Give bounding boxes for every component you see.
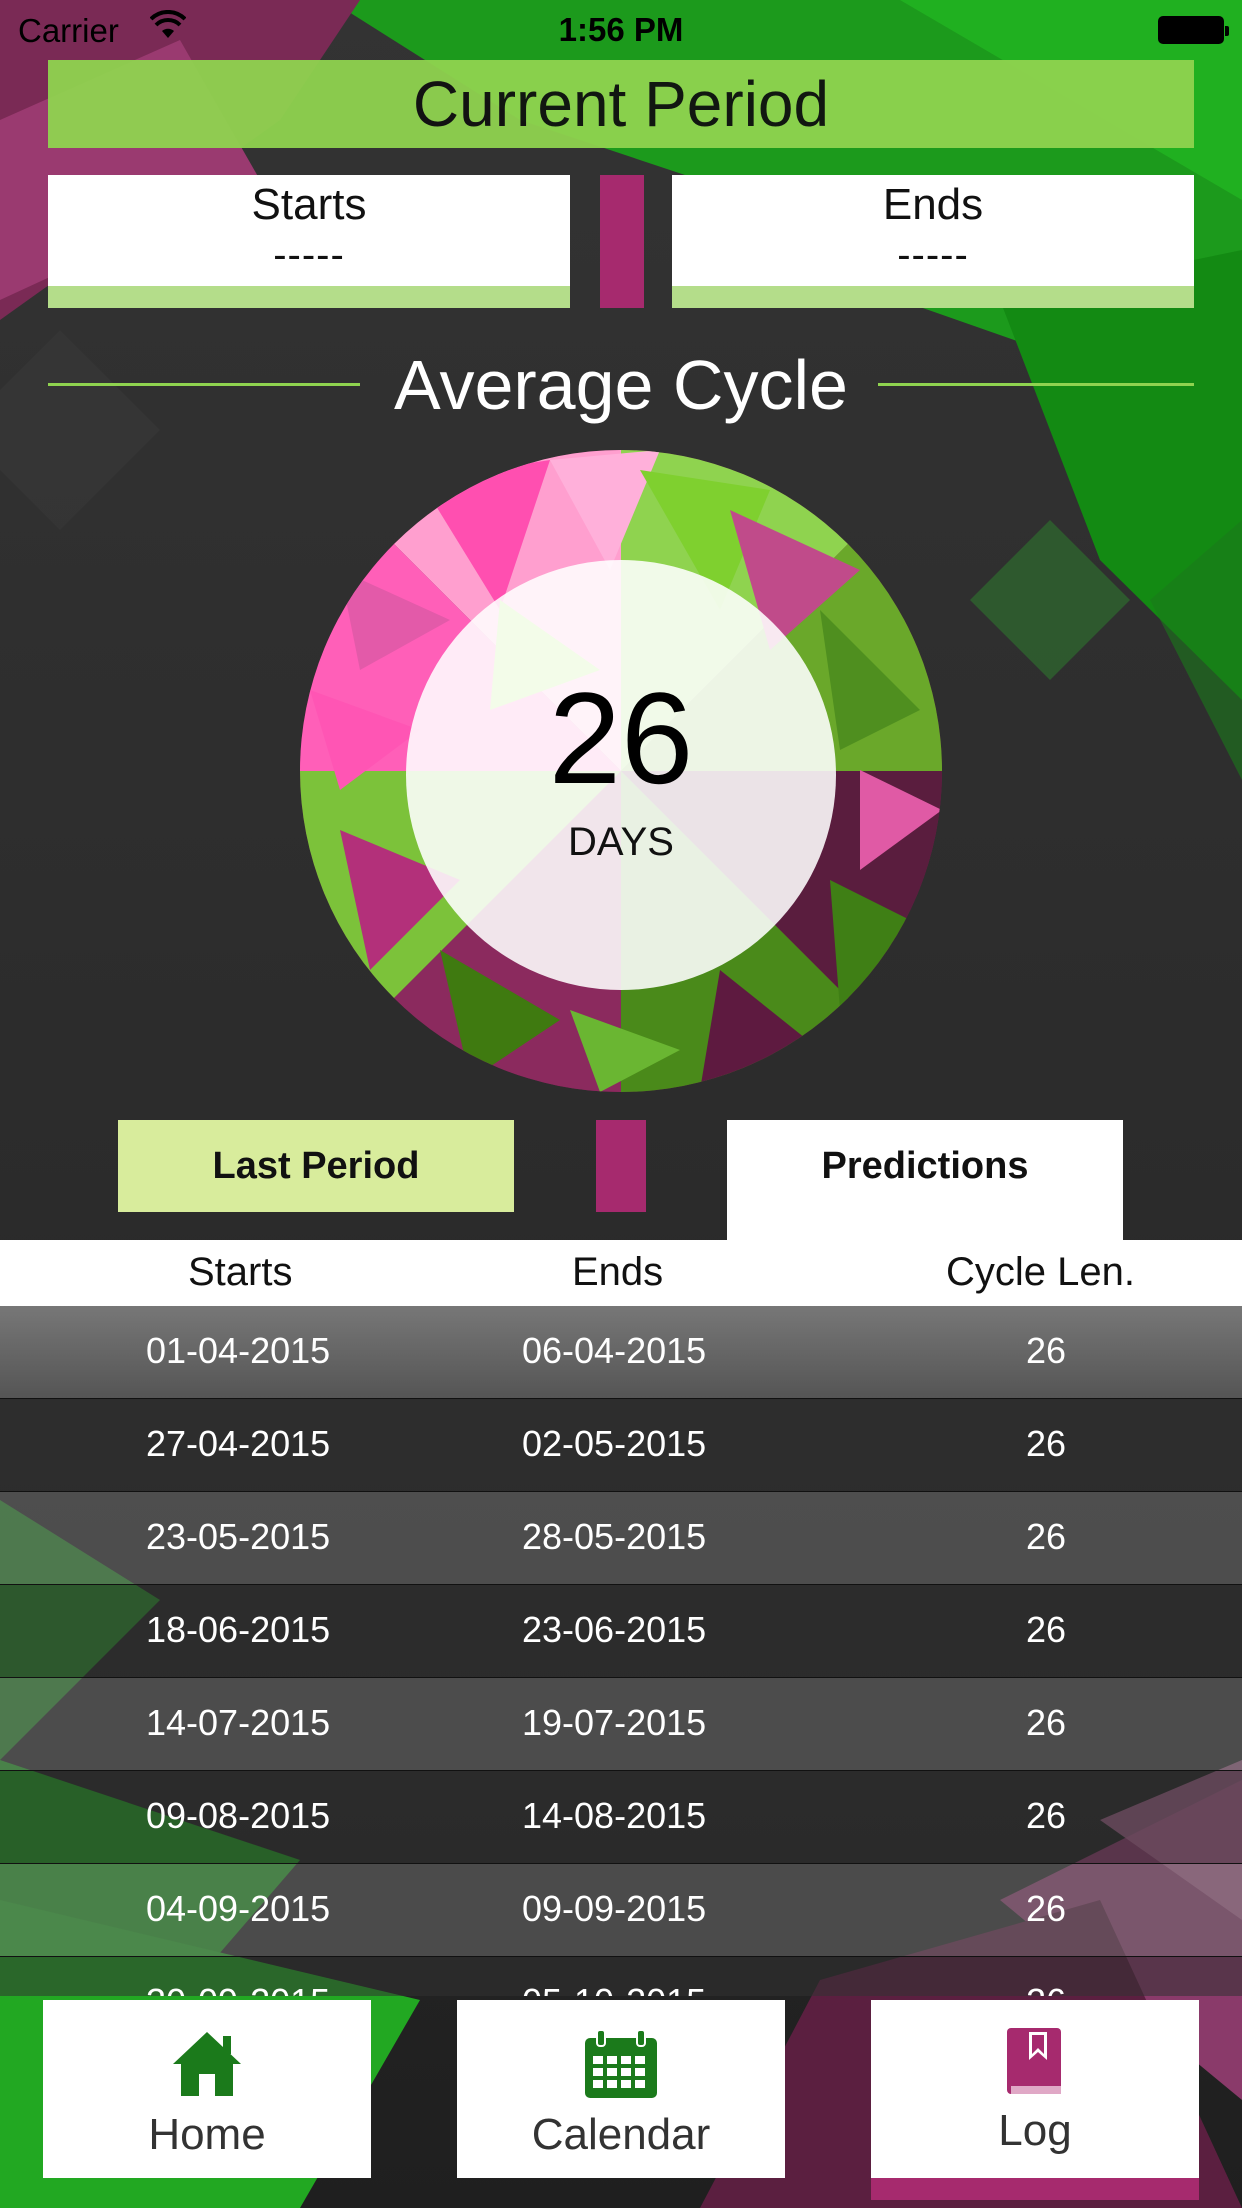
row-end: 02-05-2015: [522, 1423, 707, 1464]
row-start: 04-09-2015: [146, 1888, 331, 1929]
row-start: 30-09-2015: [146, 1981, 330, 1996]
row-end: 09-09-2015: [522, 1888, 707, 1929]
header-cycle-len: Cycle Len.: [946, 1250, 1135, 1294]
current-ends-box[interactable]: Ends -----: [672, 175, 1194, 308]
current-starts-box[interactable]: Starts -----: [48, 175, 570, 308]
tab-divider: [596, 1120, 646, 1212]
starts-label: Starts: [251, 180, 367, 229]
row-start: 01-04-2015: [146, 1330, 331, 1371]
clock: 1:56 PM: [558, 11, 684, 48]
row-start: 09-08-2015: [146, 1795, 331, 1836]
starts-underline: [48, 286, 570, 308]
row-cycle: 26: [1026, 1981, 1066, 1996]
row-start: 27-04-2015: [146, 1423, 331, 1464]
table-row[interactable]: 14-07-2015 19-07-2015 26: [0, 1678, 1242, 1771]
row-end: 23-06-2015: [522, 1609, 707, 1650]
header-starts: Starts: [188, 1250, 293, 1294]
table-row[interactable]: 30-09-2015 05-10-2015 26: [0, 1957, 1242, 1996]
row-end: 19-07-2015: [522, 1702, 707, 1743]
row-start: 18-06-2015: [146, 1609, 331, 1650]
table-header: Starts Ends Cycle Len.: [0, 1240, 1242, 1306]
nav-log-button[interactable]: Log: [871, 2000, 1199, 2200]
table-row[interactable]: 09-08-2015 14-08-2015 26: [0, 1771, 1242, 1864]
tab-predictions[interactable]: Predictions: [727, 1120, 1123, 1240]
divider-bar: [600, 175, 644, 308]
ends-value: -----: [897, 233, 969, 277]
row-end: 14-08-2015: [522, 1795, 707, 1836]
row-start: 14-07-2015: [146, 1702, 331, 1743]
battery-icon: [1158, 16, 1229, 44]
average-cycle-unit: DAYS: [568, 820, 674, 864]
row-cycle: 26: [1026, 1795, 1067, 1836]
row-start: 23-05-2015: [146, 1516, 331, 1557]
row-end: 05-10-2015: [522, 1981, 706, 1996]
table-row[interactable]: 04-09-2015 09-09-2015 26: [0, 1864, 1242, 1957]
nav-home-label: Home: [148, 2110, 266, 2159]
tab-last-period[interactable]: Last Period: [118, 1120, 514, 1212]
nav-calendar-label: Calendar: [531, 2110, 711, 2159]
ends-underline: [672, 286, 1194, 308]
predictions-table[interactable]: 01-04-2015 06-04-2015 26 27-04-2015 02-0…: [0, 1306, 1242, 1996]
ends-label: Ends: [882, 180, 984, 229]
row-end: 06-04-2015: [522, 1330, 707, 1371]
status-bar: Carrier 1:56 PM: [0, 0, 1242, 56]
book-bookmark-icon: [1007, 2028, 1061, 2094]
nav-log-label: Log: [998, 2106, 1072, 2155]
table-row[interactable]: 27-04-2015 02-05-2015 26: [0, 1399, 1242, 1492]
calendar-icon: [585, 2030, 657, 2098]
row-end: 28-05-2015: [522, 1516, 707, 1557]
starts-value: -----: [273, 233, 345, 277]
row-cycle: 26: [1026, 1609, 1067, 1650]
row-cycle: 26: [1026, 1423, 1067, 1464]
nav-home-button[interactable]: Home: [43, 2000, 371, 2178]
row-cycle: 26: [1026, 1516, 1067, 1557]
average-cycle-value: 26: [548, 665, 694, 811]
row-cycle: 26: [1026, 1330, 1067, 1371]
table-row[interactable]: 18-06-2015 23-06-2015 26: [0, 1585, 1242, 1678]
table-row[interactable]: 23-05-2015 28-05-2015 26: [0, 1492, 1242, 1585]
table-row[interactable]: 01-04-2015 06-04-2015 26: [0, 1306, 1242, 1399]
nav-log-active-indicator: [871, 2178, 1199, 2200]
house-icon: [173, 2032, 241, 2096]
current-period-title: Current Period: [48, 60, 1194, 148]
nav-calendar-button[interactable]: Calendar: [457, 2000, 785, 2178]
average-cycle-title: Average Cycle: [394, 346, 848, 424]
row-cycle: 26: [1026, 1702, 1067, 1743]
header-ends: Ends: [572, 1250, 664, 1294]
row-cycle: 26: [1026, 1888, 1067, 1929]
